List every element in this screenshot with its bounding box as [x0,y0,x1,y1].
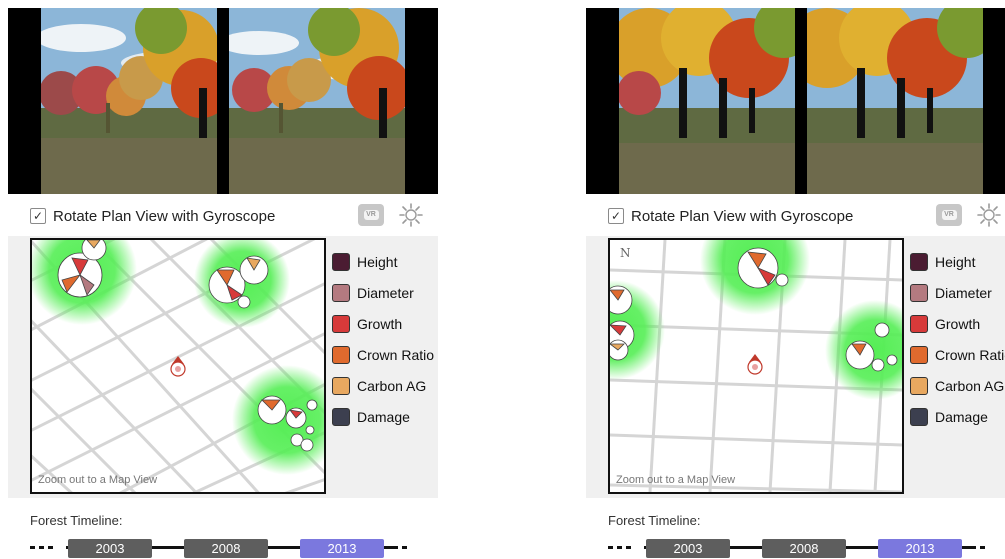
year-2013-button[interactable]: 2013 [878,539,962,558]
legend-label: Crown Ratio [935,346,1005,363]
north-compass-icon: N [620,246,631,260]
damage-swatch [332,407,350,426]
right-eye-view [229,8,405,194]
gyroscope-checkbox[interactable]: ✓ [608,208,624,224]
damage-swatch [910,407,928,426]
growth-swatch [910,314,928,333]
legend-label: Carbon AG [935,377,1005,394]
legend-label: Damage [935,408,988,425]
legend-label: Growth [357,315,403,332]
sun-icon [399,203,423,227]
user-location-marker [747,354,763,375]
gyroscope-toggle[interactable]: ✓ Rotate Plan View with Gyroscope [608,204,853,228]
right-eye-view [807,8,983,194]
timeline-dash [617,546,622,549]
timeline-dash [608,546,613,549]
gyroscope-toggle[interactable]: ✓ Rotate Plan View with Gyroscope [30,204,275,228]
brightness-button[interactable] [976,202,1002,228]
legend-label: Carbon AG [357,377,427,394]
gyroscope-checkbox[interactable]: ✓ [30,208,46,224]
legend-item-growth[interactable]: Growth [910,308,1005,339]
year-2013-button[interactable]: 2013 [300,539,384,558]
growth-swatch [332,314,350,333]
vr-headset-icon: VR [941,210,957,220]
timeline-dash [980,546,985,549]
vr-mode-button[interactable]: VR [358,204,384,226]
timeline-title: Forest Timeline: [608,513,701,528]
timeline-dash [48,546,53,549]
gyroscope-label: Rotate Plan View with Gyroscope [631,207,854,225]
timeline-dash [971,546,976,549]
right-panel: ✓ Rotate Plan View with Gyroscope VR N Z… [586,0,1005,558]
legend-item-height[interactable]: Height [332,246,434,277]
carbon-ag-swatch [910,376,928,395]
zoom-out-map-link[interactable]: Zoom out to a Map View [38,474,157,486]
year-2003-button[interactable]: 2003 [646,539,730,558]
legend-item-crown-ratio[interactable]: Crown Ratio [332,339,434,370]
timeline-dash [384,546,389,549]
timeline-dash [393,546,398,549]
legend-label: Diameter [935,284,992,301]
legend-item-growth[interactable]: Growth [332,308,434,339]
plan-view-map[interactable]: N Zoom out to a Map View [608,238,904,494]
sun-icon [977,203,1001,227]
year-2008-button[interactable]: 2008 [762,539,846,558]
vr-headset-icon: VR [363,210,379,220]
legend-item-diameter[interactable]: Diameter [910,277,1005,308]
legend-item-diameter[interactable]: Diameter [332,277,434,308]
legend-item-carbon-ag[interactable]: Carbon AG [332,370,434,401]
year-2008-button[interactable]: 2008 [184,539,268,558]
gyroscope-label: Rotate Plan View with Gyroscope [53,207,276,225]
carbon-ag-swatch [332,376,350,395]
height-swatch [332,252,350,271]
plan-view-canvas [610,240,902,492]
forest-timeline: 2003 2008 2013 [608,534,1005,558]
forest-timeline: 2003 2008 2013 [30,534,430,558]
timeline-dash [962,546,967,549]
legend-item-carbon-ag[interactable]: Carbon AG [910,370,1005,401]
legend-item-crown-ratio[interactable]: Crown Ratio [910,339,1005,370]
legend: Height Diameter Growth Crown Ratio Carbo… [910,246,1005,432]
year-2003-button[interactable]: 2003 [68,539,152,558]
legend-label: Growth [935,315,981,332]
height-swatch [910,252,928,271]
legend-label: Diameter [357,284,414,301]
plan-view-map[interactable]: Zoom out to a Map View [30,238,326,494]
timeline-dash [402,546,407,549]
legend-label: Damage [357,408,410,425]
plan-view-canvas [32,240,324,492]
legend-item-damage[interactable]: Damage [910,401,1005,432]
left-panel: ✓ Rotate Plan View with Gyroscope VR Zoo… [8,0,438,558]
legend-item-damage[interactable]: Damage [332,401,434,432]
zoom-out-map-link[interactable]: Zoom out to a Map View [616,474,735,486]
legend-label: Height [935,253,976,270]
crown-ratio-swatch [910,345,928,364]
timeline-title: Forest Timeline: [30,513,123,528]
stereo-vr-view[interactable] [586,8,1005,194]
legend-label: Height [357,253,398,270]
timeline-dash [626,546,631,549]
stereo-vr-view[interactable] [8,8,438,194]
legend-item-height[interactable]: Height [910,246,1005,277]
timeline-dash [39,546,44,549]
diameter-swatch [332,283,350,302]
left-eye-view [41,8,217,194]
diameter-swatch [910,283,928,302]
vr-mode-button[interactable]: VR [936,204,962,226]
brightness-button[interactable] [398,202,424,228]
legend: Height Diameter Growth Crown Ratio Carbo… [332,246,434,432]
crown-ratio-swatch [332,345,350,364]
legend-label: Crown Ratio [357,346,435,363]
left-eye-view [619,8,795,194]
timeline-dash [30,546,35,549]
